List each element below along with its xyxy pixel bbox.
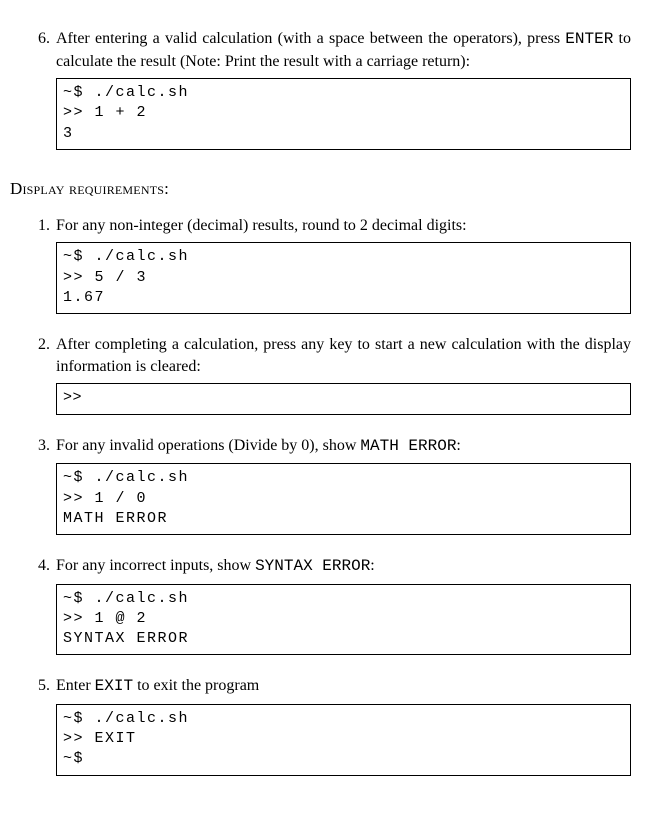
item-5: 5. Enter EXIT to exit the program ~$ ./c… xyxy=(28,675,631,775)
item-body: For any non-integer (decimal) results, r… xyxy=(56,215,631,237)
text-segment: to exit the program xyxy=(133,677,259,694)
keyword-math-error: MATH ERROR xyxy=(360,437,456,455)
item-number: 6. xyxy=(28,28,56,50)
code-block: >> xyxy=(56,383,631,414)
item-number: 2. xyxy=(28,334,56,356)
code-block: ~$ ./calc.sh >> 1 + 2 3 xyxy=(56,78,631,150)
text-segment: : xyxy=(456,437,460,454)
item-body: After entering a valid calculation (with… xyxy=(56,28,631,72)
text-segment: For any invalid operations (Divide by 0)… xyxy=(56,437,360,454)
item-body: After completing a calculation, press an… xyxy=(56,334,631,377)
item-number: 1. xyxy=(28,215,56,237)
item-2: 2. After completing a calculation, press… xyxy=(28,334,631,414)
item-4: 4. For any incorrect inputs, show SYNTAX… xyxy=(28,555,631,655)
item-number: 5. xyxy=(28,675,56,697)
text-segment: : xyxy=(370,557,374,574)
item-3: 3. For any invalid operations (Divide by… xyxy=(28,435,631,535)
code-block: ~$ ./calc.sh >> 1 / 0 MATH ERROR xyxy=(56,463,631,535)
code-block: ~$ ./calc.sh >> 1 @ 2 SYNTAX ERROR xyxy=(56,584,631,656)
item-body: For any invalid operations (Divide by 0)… xyxy=(56,435,631,458)
item-body: For any incorrect inputs, show SYNTAX ER… xyxy=(56,555,631,578)
code-block: ~$ ./calc.sh >> EXIT ~$ xyxy=(56,704,631,776)
keyword-enter: ENTER xyxy=(565,30,613,48)
item-6: 6. After entering a valid calculation (w… xyxy=(28,28,631,150)
keyword-exit: EXIT xyxy=(95,677,133,695)
text-segment: After entering a valid calculation (with… xyxy=(56,30,565,47)
item-1: 1. For any non-integer (decimal) results… xyxy=(28,215,631,314)
item-body: Enter EXIT to exit the program xyxy=(56,675,631,698)
text-segment: For any incorrect inputs, show xyxy=(56,557,255,574)
page: 6. After entering a valid calculation (w… xyxy=(0,0,659,826)
item-number: 3. xyxy=(28,435,56,457)
item-number: 4. xyxy=(28,555,56,577)
section-heading: Display requirements: xyxy=(10,178,631,201)
display-requirements-list: 1. For any non-integer (decimal) results… xyxy=(28,215,631,776)
text-segment: Enter xyxy=(56,677,95,694)
code-block: ~$ ./calc.sh >> 5 / 3 1.67 xyxy=(56,242,631,314)
keyword-syntax-error: SYNTAX ERROR xyxy=(255,557,370,575)
